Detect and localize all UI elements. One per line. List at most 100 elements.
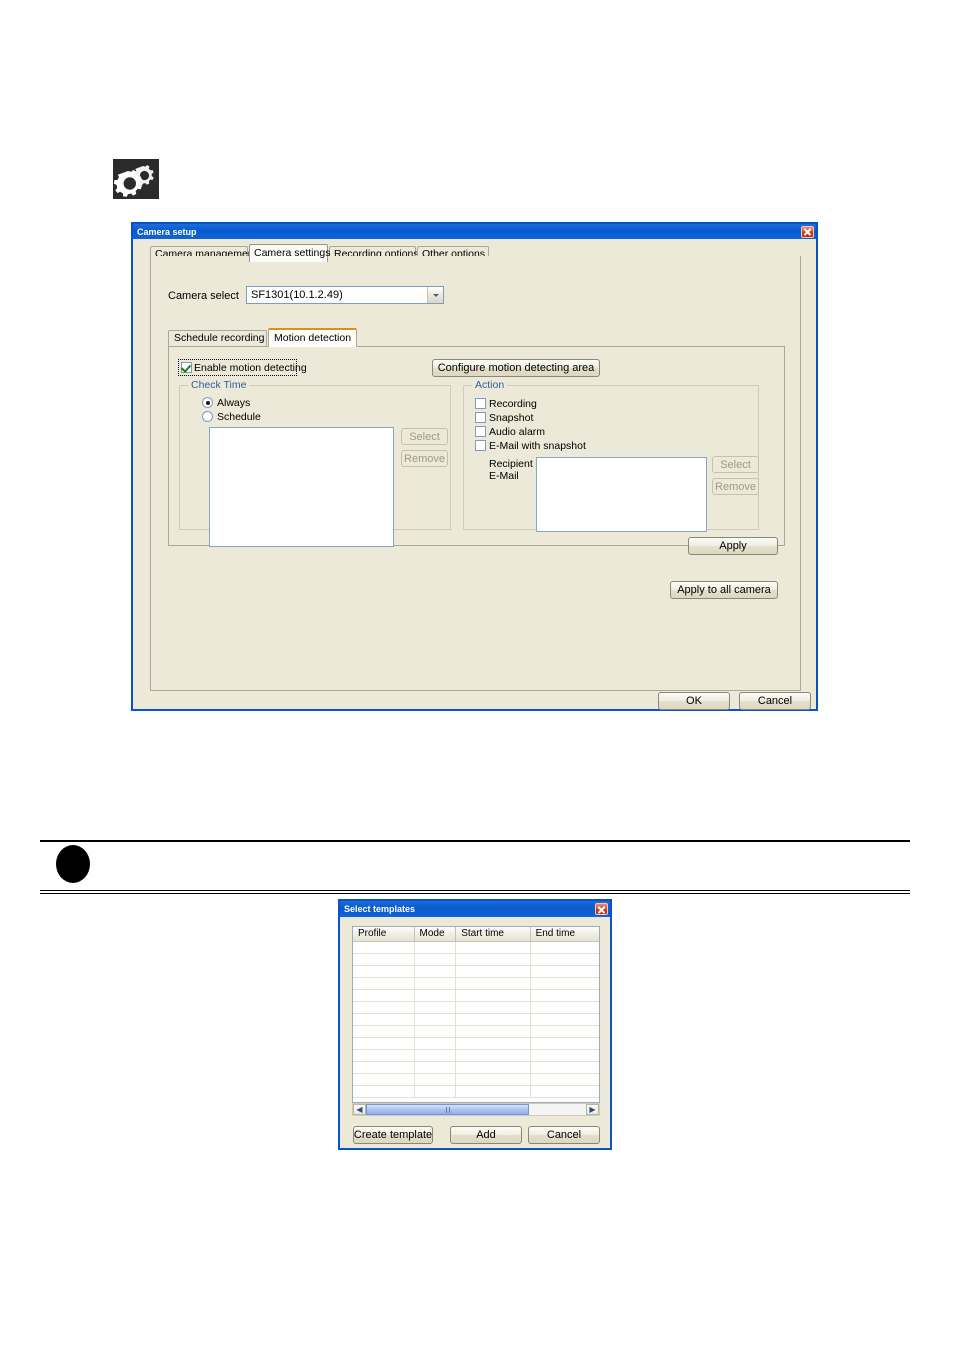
gears-icon	[113, 159, 159, 199]
scrollbar-grip	[445, 1106, 447, 1113]
table-cell	[415, 978, 457, 989]
camera-setup-dialog: Camera setup Camera management Camera se…	[131, 222, 818, 711]
column-header-mode[interactable]: Mode	[415, 927, 457, 941]
radio-schedule-label: Schedule	[217, 411, 261, 423]
column-header-end-time[interactable]: End time	[531, 927, 599, 941]
table-cell	[456, 942, 531, 953]
scrollbar-thumb[interactable]	[366, 1104, 529, 1115]
table-row[interactable]	[353, 954, 599, 966]
scroll-left-icon[interactable]: ◀	[353, 1104, 366, 1115]
apply-button[interactable]: Apply	[688, 537, 778, 555]
table-cell	[531, 1062, 599, 1073]
motion-detection-panel: Enable motion detecting Configure motion…	[168, 346, 785, 555]
ok-button[interactable]: OK	[658, 692, 730, 710]
chevron-down-icon[interactable]	[427, 287, 443, 303]
cancel-button[interactable]: Cancel	[739, 692, 811, 710]
table-row[interactable]	[353, 1050, 599, 1062]
scrollbar-track[interactable]	[366, 1104, 586, 1115]
camera-settings-page: Camera select SF1301(10.1.2.49) Schedule…	[150, 256, 801, 691]
table-cell	[531, 1002, 599, 1013]
table-cell	[415, 1002, 457, 1013]
table-row[interactable]	[353, 1062, 599, 1074]
table-cell	[456, 1038, 531, 1049]
check-time-title: Check Time	[188, 379, 250, 391]
table-cell	[353, 990, 415, 1001]
table-cell	[353, 954, 415, 965]
table-cell	[456, 990, 531, 1001]
table-row[interactable]	[353, 978, 599, 990]
table-cell	[415, 1074, 457, 1085]
section-rule-bottom-a	[40, 890, 910, 891]
table-cell	[531, 990, 599, 1001]
table-cell	[353, 1062, 415, 1073]
templates-horizontal-scrollbar[interactable]: ◀ ▶	[352, 1103, 600, 1116]
table-row[interactable]	[353, 1002, 599, 1014]
table-row[interactable]	[353, 1026, 599, 1038]
table-cell	[456, 1014, 531, 1025]
inner-tab-schedule-recording[interactable]: Schedule recording	[168, 330, 267, 346]
radio-schedule[interactable]	[202, 411, 213, 422]
table-row[interactable]	[353, 1038, 599, 1050]
checkbox-audio-alarm[interactable]	[475, 426, 486, 437]
checkbox-email-with-snapshot[interactable]	[475, 440, 486, 451]
close-icon[interactable]	[801, 225, 814, 238]
table-row[interactable]	[353, 942, 599, 954]
table-cell	[353, 942, 415, 953]
checkbox-snapshot[interactable]	[475, 412, 486, 423]
add-button[interactable]: Add	[450, 1126, 522, 1144]
column-header-profile[interactable]: Profile	[353, 927, 415, 941]
checkbox-recording[interactable]	[475, 398, 486, 409]
section-rule-top	[40, 840, 910, 842]
table-row[interactable]	[353, 1086, 599, 1098]
table-cell	[456, 954, 531, 965]
camera-setup-title: Camera setup	[137, 226, 197, 237]
table-cell	[415, 966, 457, 977]
checkbox-snapshot-label: Snapshot	[489, 412, 534, 424]
close-icon[interactable]	[595, 903, 608, 915]
column-header-start-time[interactable]: Start time	[456, 927, 531, 941]
inner-tab-motion-detection[interactable]: Motion detection	[268, 328, 357, 347]
table-cell	[531, 1086, 599, 1097]
section-rule-bottom-b	[40, 893, 910, 894]
table-cell	[353, 1038, 415, 1049]
create-template-button[interactable]: Create template	[353, 1126, 433, 1144]
table-cell	[415, 990, 457, 1001]
recipient-remove-button[interactable]: Remove	[712, 478, 759, 495]
table-cell	[415, 942, 457, 953]
templates-cancel-button[interactable]: Cancel	[528, 1126, 600, 1144]
action-groupbox: Action Recording Snapshot Audio alarm E-…	[463, 379, 759, 532]
recipient-select-button[interactable]: Select	[712, 456, 759, 473]
table-row[interactable]	[353, 966, 599, 978]
table-cell	[415, 1062, 457, 1073]
table-cell	[415, 1086, 457, 1097]
check-time-select-button[interactable]: Select	[401, 428, 448, 445]
table-cell	[531, 1074, 599, 1085]
radio-always[interactable]	[202, 397, 213, 408]
select-templates-title: Select templates	[344, 904, 416, 914]
camera-setup-titlebar[interactable]: Camera setup	[133, 224, 816, 239]
select-templates-dialog: Select templates Profile Mode Start time…	[338, 899, 612, 1150]
scroll-right-icon[interactable]: ▶	[586, 1104, 599, 1115]
table-cell	[415, 954, 457, 965]
table-cell	[353, 966, 415, 977]
check-time-remove-button[interactable]: Remove	[401, 450, 448, 467]
table-row[interactable]	[353, 1074, 599, 1086]
select-templates-titlebar[interactable]: Select templates	[340, 901, 610, 917]
tab-camera-settings[interactable]: Camera settings	[249, 244, 330, 262]
table-row[interactable]	[353, 990, 599, 1002]
recipient-email-listbox[interactable]	[536, 457, 707, 532]
camera-select-combobox[interactable]: SF1301(10.1.2.49)	[246, 286, 444, 304]
radio-always-label: Always	[217, 397, 251, 409]
templates-grid[interactable]: Profile Mode Start time End time	[352, 926, 600, 1103]
table-cell	[456, 1002, 531, 1013]
table-row[interactable]	[353, 1014, 599, 1026]
table-cell	[531, 978, 599, 989]
templates-grid-body	[353, 942, 599, 1102]
table-cell	[531, 1050, 599, 1061]
configure-motion-area-button[interactable]: Configure motion detecting area	[432, 359, 600, 377]
apply-to-all-camera-button[interactable]: Apply to all camera	[670, 581, 778, 599]
check-time-listbox[interactable]	[209, 427, 394, 547]
check-time-groupbox: Check Time Always Schedule Select Remove	[179, 379, 451, 547]
table-cell	[531, 1014, 599, 1025]
table-cell	[456, 966, 531, 977]
